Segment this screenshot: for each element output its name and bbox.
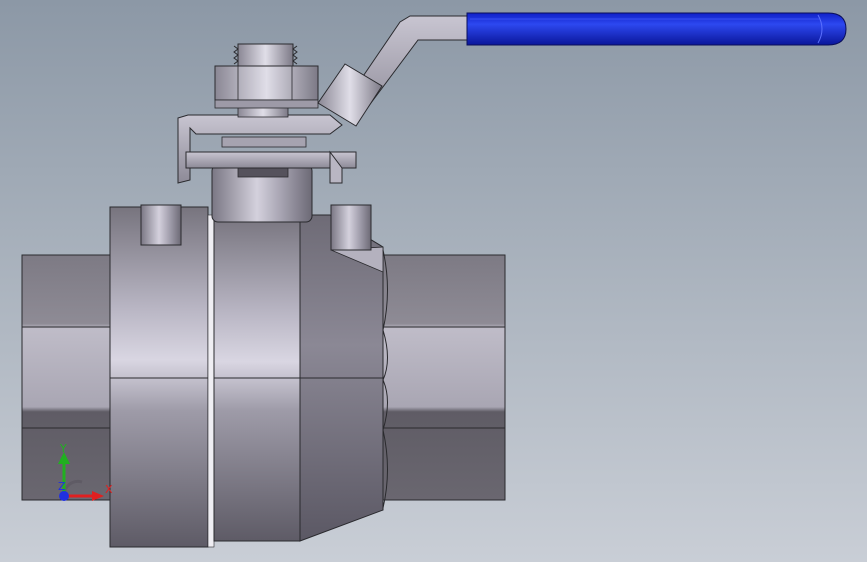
z-axis-label: Z (58, 480, 66, 493)
ball-valve-model[interactable] (0, 0, 867, 562)
x-axis-label: X (105, 483, 113, 496)
handle-grip[interactable] (466, 12, 847, 46)
lever-handle[interactable] (317, 15, 471, 127)
threaded-stem (233, 43, 298, 67)
hex-nut (214, 65, 319, 109)
stem-neck (211, 162, 313, 223)
axis-triad: Y X Z (58, 442, 113, 501)
graphics-viewport[interactable]: Y X Z (0, 0, 867, 562)
y-axis-label: Y (59, 442, 67, 455)
x-axis-head (92, 491, 104, 501)
right-end-connector (382, 254, 506, 501)
right-body (299, 204, 388, 542)
left-body-cap (109, 204, 209, 548)
center-body (207, 214, 301, 548)
